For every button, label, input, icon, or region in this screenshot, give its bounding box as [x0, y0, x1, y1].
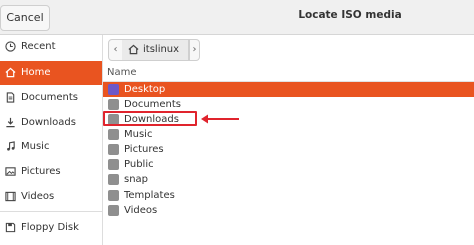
folder-icon: [108, 190, 119, 201]
home-icon: [128, 44, 139, 55]
file-row-label: snap: [124, 174, 149, 185]
home-icon: [5, 67, 16, 78]
file-row-templates[interactable]: Templates: [103, 188, 474, 203]
breadcrumb-current[interactable]: itslinux: [122, 39, 189, 61]
sidebar-item-downloads[interactable]: Downloads: [0, 111, 102, 135]
column-header-label: Name: [107, 67, 137, 78]
folder-icon: [108, 205, 119, 216]
cancel-button[interactable]: Cancel: [0, 5, 50, 31]
sidebar-item-label: Floppy Disk: [21, 222, 79, 233]
path-forward-button[interactable]: ›: [189, 39, 200, 61]
file-row-videos[interactable]: Videos: [103, 203, 474, 218]
annotation-arrow-icon: [201, 114, 239, 124]
sidebar-item-label: Downloads: [21, 117, 76, 128]
file-browser: ‹ itslinux › Name Desktop Documents Down…: [103, 35, 474, 245]
file-row-snap[interactable]: snap: [103, 172, 474, 187]
file-row-label: Documents: [124, 99, 182, 110]
sidebar-item-label: Videos: [21, 191, 55, 202]
video-icon: [5, 191, 16, 202]
file-row-label: Public: [124, 159, 154, 170]
file-row-music[interactable]: Music: [103, 127, 474, 142]
file-row-public[interactable]: Public: [103, 157, 474, 172]
sidebar-item-pictures[interactable]: Pictures: [0, 160, 102, 184]
file-row-label: Music: [124, 129, 153, 140]
sidebar-item-label: Documents: [21, 92, 79, 103]
file-row-label: Pictures: [124, 144, 164, 155]
document-icon: [6, 92, 15, 103]
sidebar-divider: [0, 211, 102, 212]
file-row-desktop[interactable]: Desktop: [103, 82, 474, 97]
breadcrumb-label: itslinux: [143, 44, 180, 55]
annotation-highlight-box: [103, 111, 197, 126]
sidebar-item-recent[interactable]: Recent: [0, 35, 102, 59]
path-back-button[interactable]: ‹: [108, 39, 123, 61]
sidebar-item-documents[interactable]: Documents: [0, 86, 102, 110]
name-column-header[interactable]: Name: [103, 65, 474, 82]
folder-icon: [108, 129, 119, 140]
file-row-label: Videos: [124, 205, 158, 216]
folder-icon: [108, 174, 119, 185]
file-row-label: Templates: [124, 190, 175, 201]
file-row-label: Desktop: [124, 84, 166, 95]
sidebar-item-music[interactable]: Music: [0, 135, 102, 159]
folder-icon: [108, 99, 119, 110]
file-row-pictures[interactable]: Pictures: [103, 142, 474, 157]
sidebar-item-label: Pictures: [21, 166, 61, 177]
clock-icon: [5, 41, 16, 52]
sidebar-item-label: Home: [21, 67, 51, 78]
music-icon: [7, 141, 15, 151]
picture-icon: [5, 167, 16, 176]
download-icon: [6, 117, 15, 128]
sidebar: Recent Home Documents Downloads Music Pi…: [0, 35, 103, 245]
folder-icon: [108, 144, 119, 155]
folder-icon: [108, 159, 119, 170]
sidebar-item-home[interactable]: Home: [0, 61, 102, 85]
sidebar-item-videos[interactable]: Videos: [0, 185, 102, 209]
floppy-disk-icon: [5, 222, 16, 233]
sidebar-item-floppy-disk[interactable]: Floppy Disk: [0, 216, 102, 240]
header-bar: Cancel Locate ISO media: [0, 0, 474, 35]
sidebar-item-label: Music: [21, 141, 50, 152]
sidebar-item-label: Recent: [21, 41, 56, 52]
file-row-documents[interactable]: Documents: [103, 97, 474, 112]
folder-icon: [108, 84, 119, 95]
dialog-title: Locate ISO media: [298, 9, 402, 21]
